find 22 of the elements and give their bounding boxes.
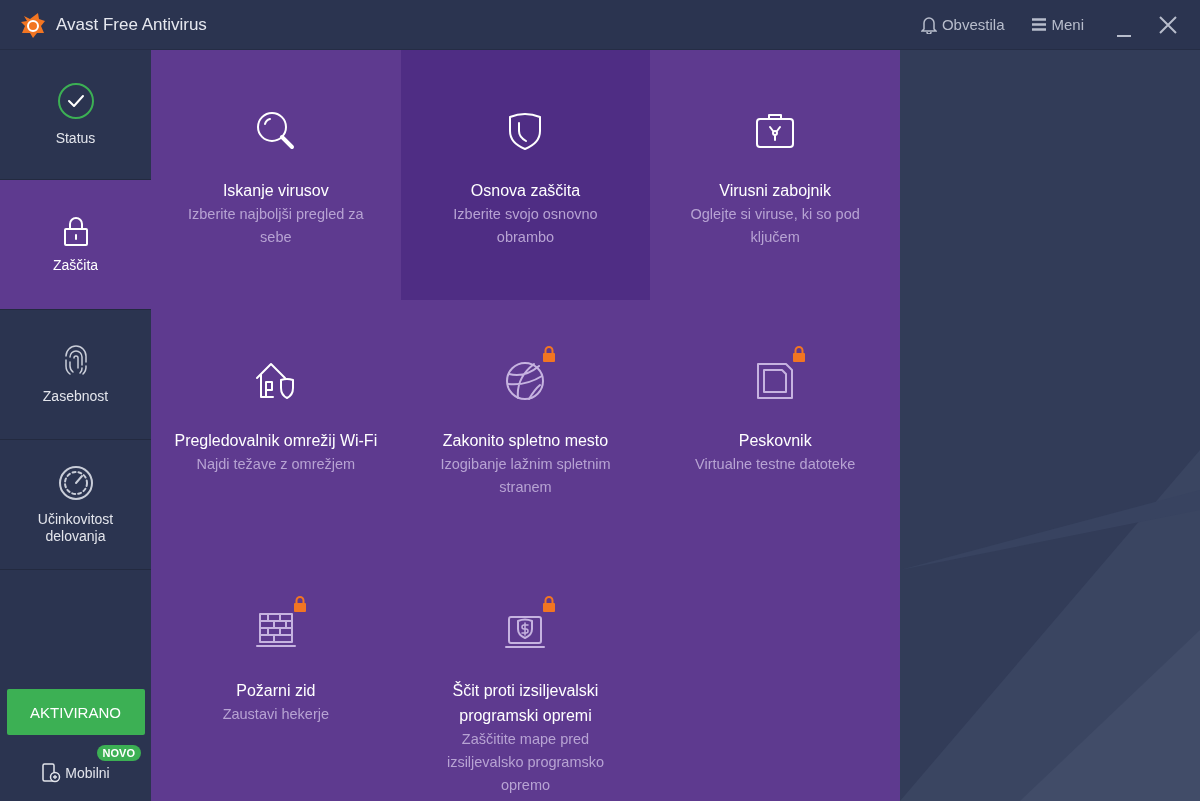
gauge-icon [57, 464, 94, 501]
mobile-link[interactable]: Mobilni [41, 763, 110, 783]
menu-icon [1032, 18, 1047, 31]
lock-icon [792, 346, 807, 362]
close-icon [1159, 15, 1177, 34]
globe-icon [504, 360, 547, 402]
check-circle-icon [56, 82, 95, 120]
menu-button[interactable]: Meni [1032, 16, 1084, 33]
shield-icon [507, 111, 544, 151]
feature-tile[interactable]: Osnova zaščita Izberite svojo osnovno obrambo [400, 50, 651, 300]
lock-icon [542, 596, 557, 612]
minimize-icon [1116, 34, 1132, 37]
phone-add-icon [41, 763, 62, 783]
window-title: Avast Free Antivirus [56, 14, 208, 35]
lock-icon [61, 215, 90, 247]
lock-icon [292, 596, 307, 612]
new-badge: NOVO [96, 745, 141, 761]
square-frame-icon [755, 361, 796, 401]
notifications-button[interactable]: Obvestila [920, 15, 1005, 34]
bell-icon [920, 15, 937, 34]
lock-icon [542, 346, 557, 362]
sidebar-item[interactable]: Zaščita [0, 180, 151, 310]
